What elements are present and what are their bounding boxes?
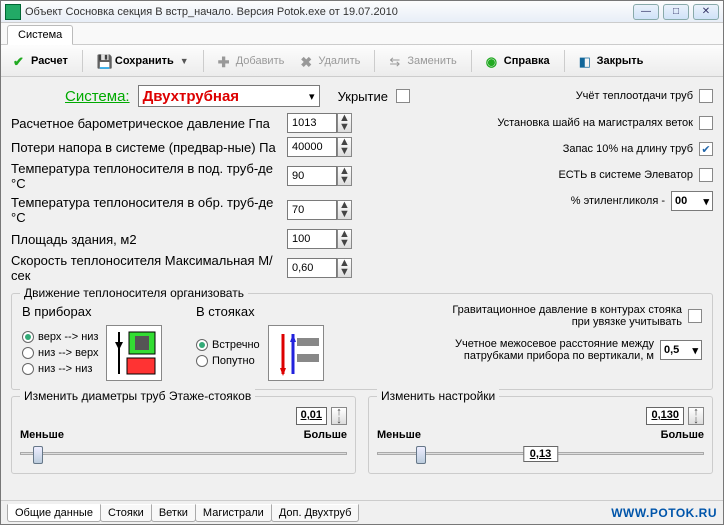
dist-combo[interactable]: 0,5▾	[660, 340, 702, 360]
toolbar: ✔Расчет 💾Сохранить▼ ✚Добавить ✖Удалить ⇆…	[1, 45, 723, 77]
spinner[interactable]: ▲▼	[337, 229, 352, 249]
slider-group-settings: Изменить настройки 0,130↑↓ МеньшеБольше …	[368, 396, 713, 474]
hide-label: Укрытие	[338, 89, 388, 104]
replace-button[interactable]: ⇆Заменить	[383, 51, 462, 71]
slider1-track[interactable]	[20, 443, 347, 465]
slider-group-diameters: Изменить диаметры труб Этаже-стояков 0,0…	[11, 396, 356, 474]
param-label: Скорость теплоносителя Максимальная М/се…	[11, 253, 287, 283]
chevron-down-icon: ▼	[180, 56, 189, 66]
slider2-mid: 0,13	[523, 446, 558, 462]
tab-general[interactable]: Общие данные	[7, 504, 101, 522]
grav-checkbox[interactable]	[688, 309, 702, 323]
spinner[interactable]: ▲▼	[337, 200, 352, 220]
radio-top-bottom[interactable]: верх --> низ	[22, 331, 98, 343]
headloss-input[interactable]	[287, 137, 337, 157]
temp-supply-input[interactable]	[287, 166, 337, 186]
temp-return-input[interactable]	[287, 200, 337, 220]
system-label: Система:	[65, 88, 130, 105]
check-icon: ✔	[13, 54, 27, 68]
slider2-thumb[interactable]	[416, 446, 426, 464]
chevron-down-icon: ▾	[309, 90, 315, 103]
spinner[interactable]: ▲▼	[337, 258, 352, 278]
elevator-label: ЕСТЬ в системе Элеватор	[558, 169, 693, 181]
col-a-label: В приборах	[22, 304, 182, 319]
slider1-stepper[interactable]: ↑↓	[331, 407, 347, 425]
param-label: Потери напора в системе (предвар-ные) Па	[11, 140, 287, 155]
slider1-value: 0,01	[296, 407, 327, 425]
minimize-button[interactable]: —	[633, 4, 659, 20]
window-title: Объект Сосновка секция В встр_начало. Ве…	[25, 6, 633, 18]
glycol-combo[interactable]: 00▾	[671, 191, 713, 211]
spinner[interactable]: ▲▼	[337, 137, 352, 157]
glycol-label: % этиленгликоля -	[571, 195, 665, 207]
door-icon: ◧	[579, 54, 593, 68]
help-icon: ◉	[486, 54, 500, 68]
slider2-stepper[interactable]: ↑↓	[688, 407, 704, 425]
help-button[interactable]: ◉Справка	[480, 51, 556, 71]
slider1-thumb[interactable]	[33, 446, 43, 464]
tab-mains[interactable]: Магистрали	[195, 504, 272, 522]
tab-risers[interactable]: Стояки	[100, 504, 152, 522]
radio-counter[interactable]: Встречно	[196, 339, 260, 351]
top-tabstrip: Система	[1, 23, 723, 45]
radio-bottom-bottom[interactable]: низ --> низ	[22, 363, 98, 375]
device-diagram-icon	[106, 325, 162, 381]
param-label: Температура теплоносителя в обр. труб-де…	[11, 195, 287, 225]
param-label: Расчетное барометрическое давление Гпа	[11, 116, 287, 131]
elevator-checkbox[interactable]	[699, 168, 713, 182]
brand-link[interactable]: WWW.POTOK.RU	[611, 506, 717, 520]
dist-label: Учетное межосевое расстояние между патру…	[434, 338, 654, 362]
system-combo[interactable]: Двухтрубная▾	[138, 85, 320, 107]
close-window-button[interactable]: ✕	[693, 4, 719, 20]
grav-label: Гравитационное давление в контурах стояк…	[442, 304, 682, 328]
heat-transfer-checkbox[interactable]	[699, 89, 713, 103]
tab-branches[interactable]: Ветки	[151, 504, 196, 522]
app-icon	[5, 4, 21, 20]
col-b-label: В стояках	[196, 304, 366, 319]
spinner[interactable]: ▲▼	[337, 113, 352, 133]
pressure-input[interactable]	[287, 113, 337, 133]
radio-bottom-top[interactable]: низ --> верх	[22, 347, 98, 359]
heat-transfer-label: Учёт теплоотдачи труб	[576, 90, 693, 102]
hide-checkbox[interactable]	[396, 89, 410, 103]
x-icon: ✖	[300, 54, 314, 68]
save-button[interactable]: 💾Сохранить▼	[91, 51, 195, 71]
tab-additional[interactable]: Доп. Двухтруб	[271, 504, 360, 522]
washer-checkbox[interactable]	[699, 116, 713, 130]
replace-icon: ⇆	[389, 54, 403, 68]
slider2-value: 0,130	[646, 407, 684, 425]
add-button[interactable]: ✚Добавить	[212, 51, 291, 71]
velocity-input[interactable]	[287, 258, 337, 278]
bottom-tabstrip: Общие данные Стояки Ветки Магистрали Доп…	[1, 500, 723, 524]
close-button[interactable]: ◧Закрыть	[573, 51, 650, 71]
reserve-checkbox[interactable]: ✔	[699, 142, 713, 156]
plus-icon: ✚	[218, 54, 232, 68]
param-label: Температура теплоносителя в под. труб-де…	[11, 161, 287, 191]
riser-diagram-icon	[268, 325, 324, 381]
calc-button[interactable]: ✔Расчет	[7, 51, 74, 71]
group-title: Движение теплоносителя организовать	[20, 286, 248, 300]
titlebar: Объект Сосновка секция В встр_начало. Ве…	[1, 1, 723, 23]
maximize-button[interactable]: □	[663, 4, 689, 20]
param-label: Площадь здания, м2	[11, 232, 287, 247]
radio-parallel[interactable]: Попутно	[196, 355, 260, 367]
reserve-label: Запас 10% на длину труб	[563, 143, 693, 155]
slider2-track[interactable]: 0,13	[377, 443, 704, 465]
delete-button[interactable]: ✖Удалить	[294, 51, 366, 71]
washer-label: Установка шайб на магистралях веток	[497, 117, 693, 129]
tab-system[interactable]: Система	[7, 25, 73, 45]
flow-group: Движение теплоносителя организовать В пр…	[11, 293, 713, 390]
area-input[interactable]	[287, 229, 337, 249]
save-icon: 💾	[97, 54, 111, 68]
spinner[interactable]: ▲▼	[337, 166, 352, 186]
